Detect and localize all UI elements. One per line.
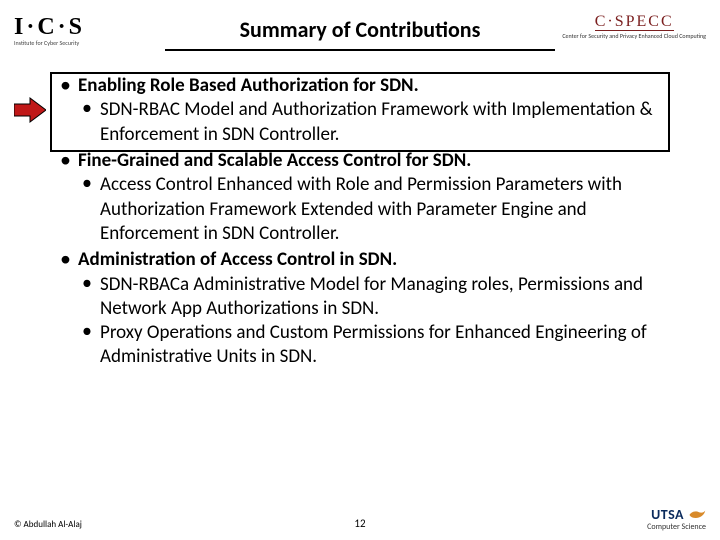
sub-item: Access Control Enhanced with Role and Pe… <box>78 173 670 246</box>
sub-item: SDN-RBACa Administrative Model for Manag… <box>78 273 670 322</box>
logo-right: C·SPECC Center for Security and Privacy … <box>562 12 706 40</box>
bullet-item: Administration of Access Control in SDN.… <box>58 248 670 370</box>
footer-page-number: 12 <box>354 517 365 530</box>
bullet-item: Fine-Grained and Scalable Access Control… <box>58 149 670 246</box>
title-underline <box>165 49 555 51</box>
arrow-right-icon <box>14 96 46 124</box>
slide-body: Enabling Role Based Authorization for SD… <box>0 74 720 370</box>
logo-left-text: I·C·S <box>14 14 85 40</box>
sub-list: Access Control Enhanced with Role and Pe… <box>78 173 670 246</box>
sub-item: Proxy Operations and Custom Permissions … <box>78 321 670 370</box>
logo-left-tagline: Institute for Cyber Security <box>14 39 85 47</box>
logo-left: I·C·S Institute for Cyber Security <box>14 14 85 47</box>
slide-title: Summary of Contributions <box>240 16 481 43</box>
bullet-list: Enabling Role Based Authorization for SD… <box>58 74 670 370</box>
footer-org-text: UTSA <box>651 506 684 523</box>
sub-list: SDN-RBAC Model and Authorization Framewo… <box>78 98 670 147</box>
footer-author: © Abdullah Al-Alaj <box>14 519 82 530</box>
sub-list: SDN-RBACa Administrative Model for Manag… <box>78 273 670 370</box>
bird-icon <box>688 509 706 521</box>
logo-right-tagline: Center for Security and Privacy Enhanced… <box>562 32 706 40</box>
footer-org: UTSA Computer Science <box>647 505 706 532</box>
logo-right-text: C·SPECC <box>595 13 674 31</box>
bullet-item: Enabling Role Based Authorization for SD… <box>58 74 670 147</box>
footer-org-logo: UTSA <box>651 506 706 523</box>
footer-dept: Computer Science <box>647 522 706 532</box>
bullet-head: Administration of Access Control in SDN. <box>78 248 397 271</box>
slide: I·C·S Institute for Cyber Security Summa… <box>0 0 720 540</box>
slide-header: I·C·S Institute for Cyber Security Summa… <box>0 0 720 64</box>
bullet-head: Enabling Role Based Authorization for SD… <box>78 74 419 97</box>
sub-item: SDN-RBAC Model and Authorization Framewo… <box>78 98 670 147</box>
bullet-head: Fine-Grained and Scalable Access Control… <box>78 149 471 172</box>
slide-footer: © Abdullah Al-Alaj 12 UTSA Computer Scie… <box>0 506 720 532</box>
